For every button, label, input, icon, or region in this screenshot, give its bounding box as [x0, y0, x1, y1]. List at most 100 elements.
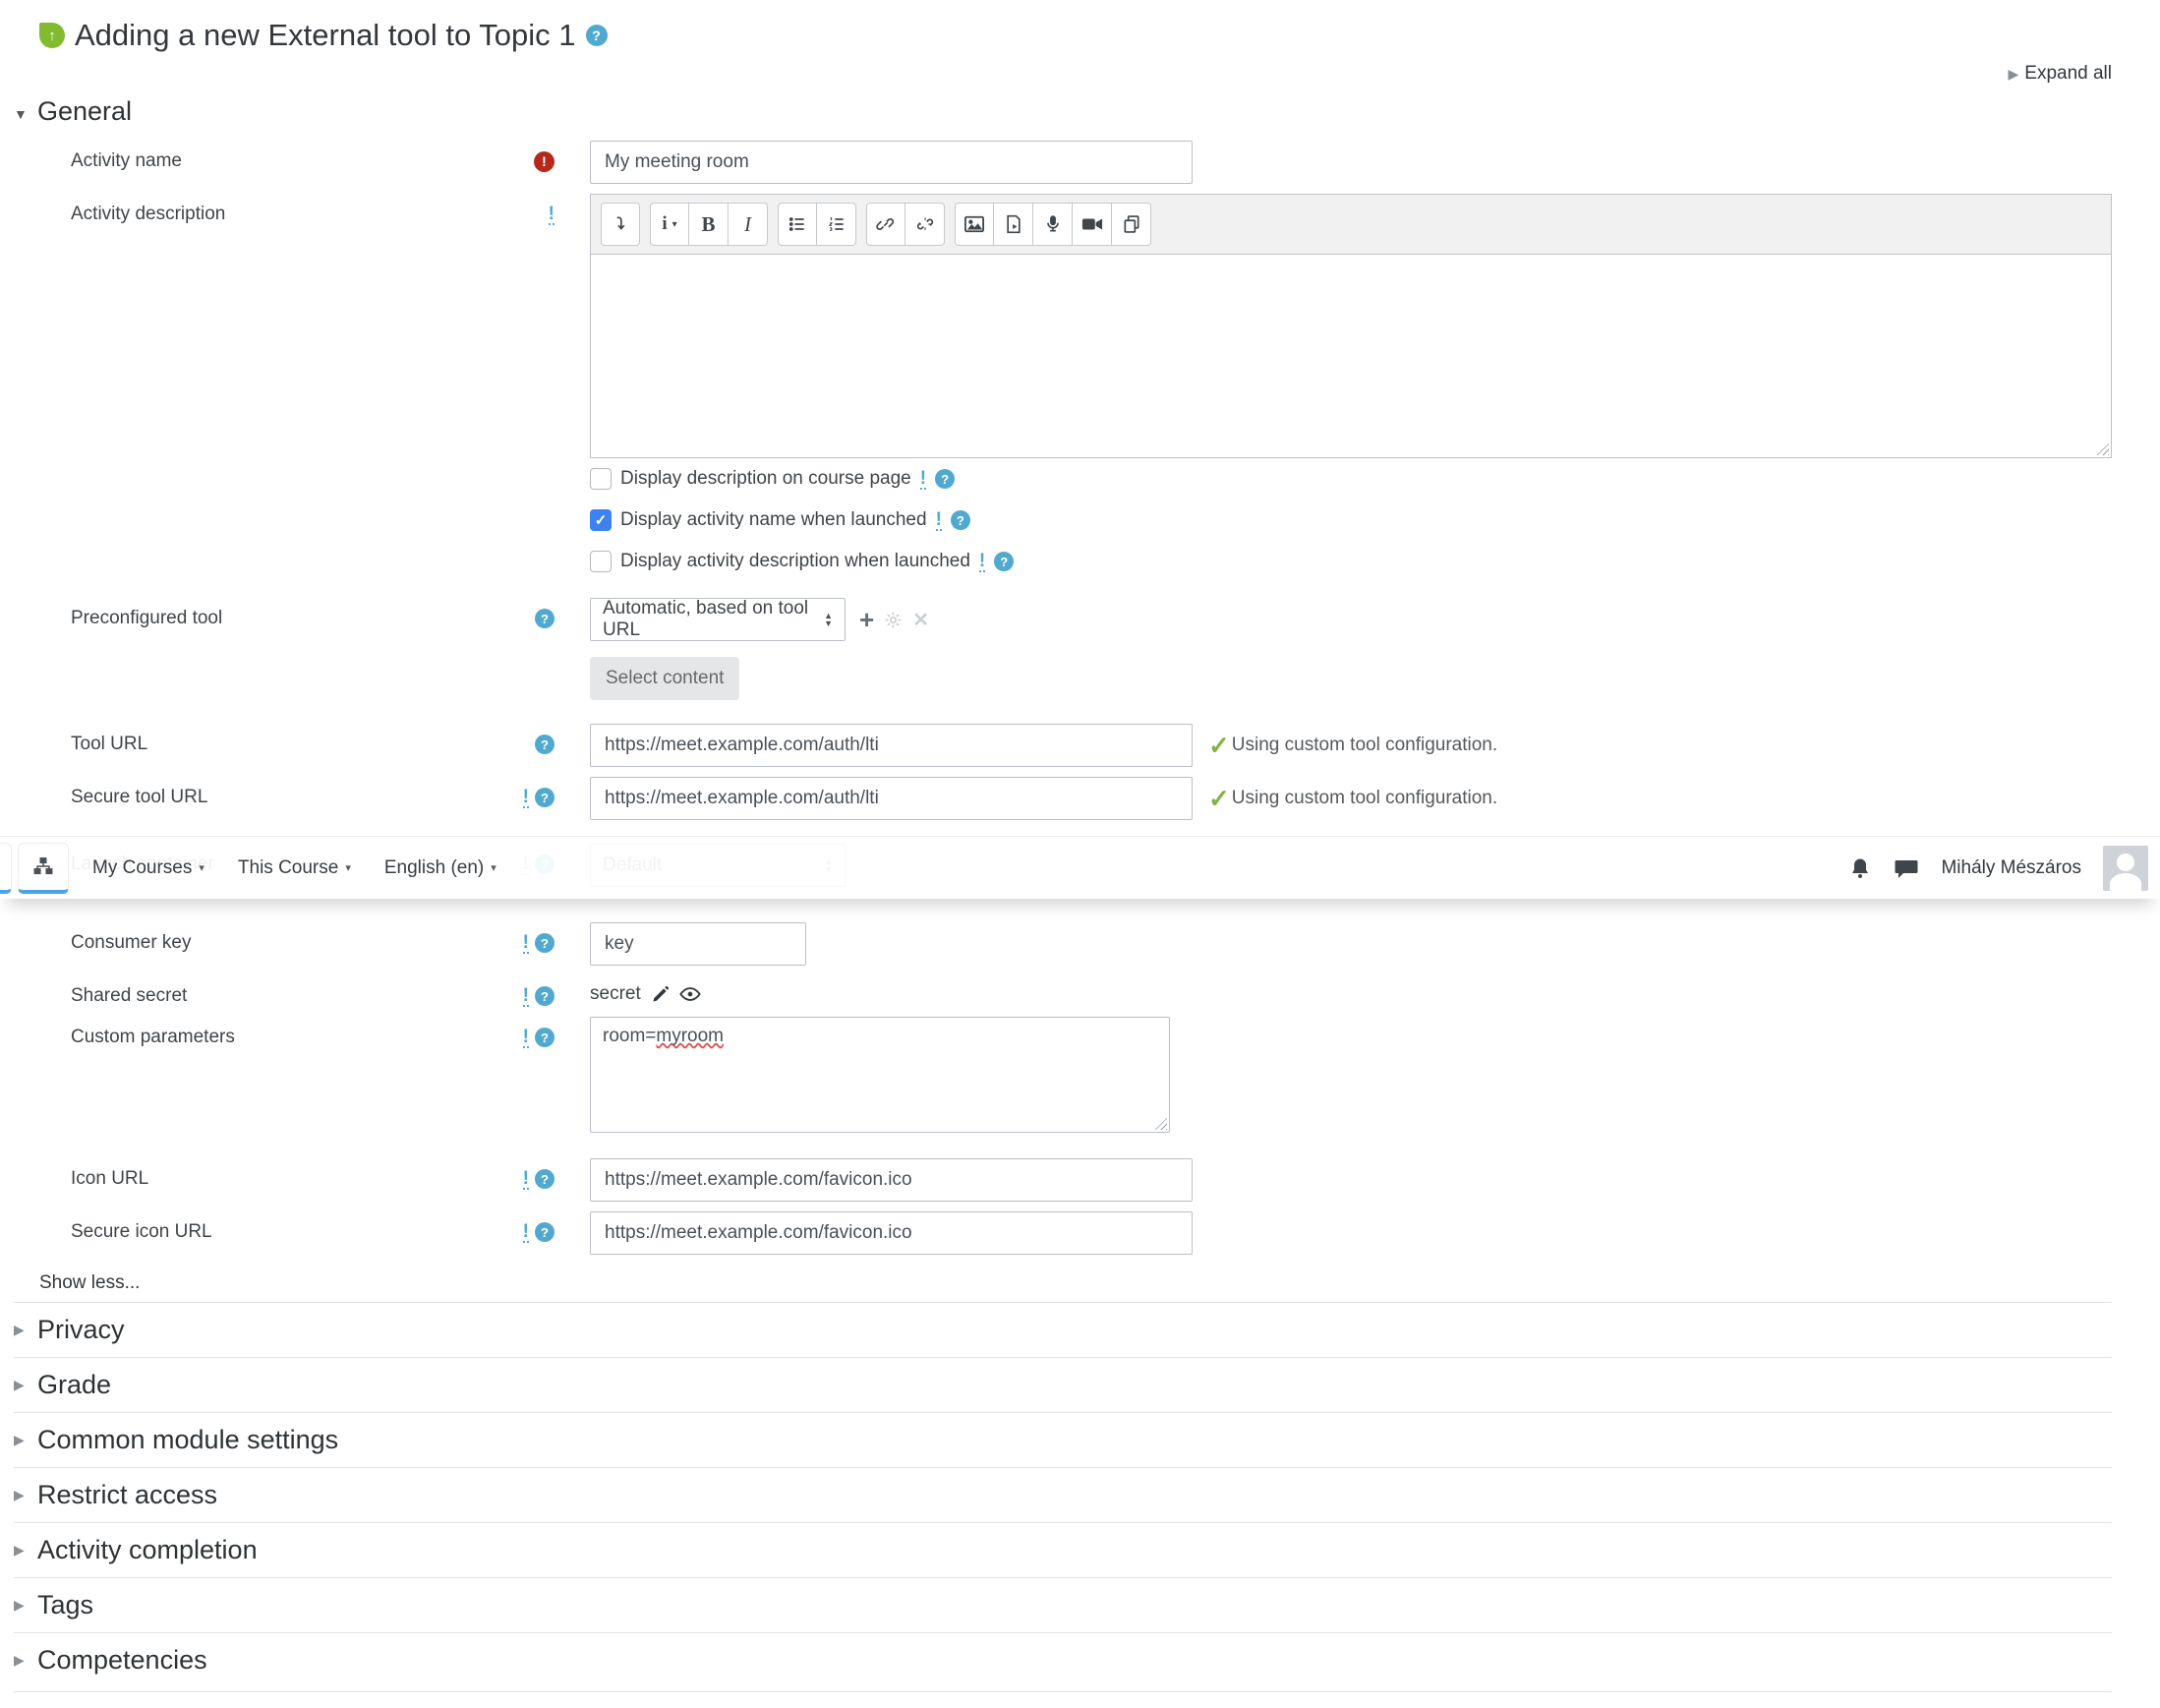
row-shared-secret: Shared secret ! ? secret	[0, 975, 2160, 1007]
row-display-description: Display description on course page ! ?	[590, 468, 2160, 490]
secure-tool-url-label: Secure tool URL	[71, 787, 208, 807]
help-icon[interactable]: ?	[535, 986, 555, 1006]
caret-right-icon: ▶	[14, 1322, 25, 1337]
advanced-marker-icon: !	[522, 931, 529, 954]
tool-url-input[interactable]	[590, 724, 1193, 767]
preconfigured-tool-select[interactable]: Automatic, based on tool URL ▲ ▼	[590, 598, 846, 641]
unordered-list-button[interactable]	[778, 203, 817, 246]
section-grade[interactable]: ▶ Grade	[14, 1357, 2112, 1412]
help-icon[interactable]: ?	[535, 609, 555, 628]
caret-right-icon: ▶	[14, 1652, 25, 1668]
help-icon[interactable]: ?	[935, 469, 956, 489]
consumer-key-label: Consumer key	[71, 932, 192, 953]
select-content-button[interactable]: Select content	[590, 657, 740, 700]
unlink-icon	[916, 217, 933, 230]
sticky-navbar-zone: Launch container ! ? Default ▲▼	[0, 830, 2160, 916]
record-audio-button[interactable]	[1033, 203, 1073, 246]
preconfigured-tool-label: Preconfigured tool	[71, 608, 223, 628]
collapse-toolbar-button[interactable]	[601, 203, 640, 246]
help-icon[interactable]: ?	[535, 1169, 555, 1189]
display-activity-description-checkbox[interactable]	[590, 551, 612, 572]
nav-language[interactable]: English (en) ▾	[384, 857, 496, 879]
paragraph-format-button[interactable]: i ▾	[650, 203, 689, 246]
activity-name-input[interactable]	[590, 141, 1193, 184]
resize-grip[interactable]	[2095, 442, 2109, 455]
messages-icon[interactable]	[1894, 856, 1919, 880]
section-competencies[interactable]: ▶ Competencies	[14, 1632, 2112, 1687]
help-icon[interactable]: ?	[535, 933, 555, 953]
caret-right-icon: ▶	[2008, 66, 2019, 82]
advanced-marker-icon: !	[978, 550, 986, 572]
row-activity-name: Activity name !	[0, 141, 2160, 184]
help-icon[interactable]: ?	[950, 510, 970, 530]
section-general[interactable]: ▼ General	[0, 85, 2160, 141]
ordered-list-icon	[828, 217, 844, 231]
title-help-icon[interactable]: ?	[585, 25, 608, 46]
sticky-navbar: My Courses ▾ This Course ▾ English (en) ▾ M…	[0, 836, 2160, 899]
row-preconfigured-tool: Preconfigured tool ? Automatic, based on…	[0, 598, 2160, 700]
icon-url-input[interactable]	[590, 1158, 1193, 1202]
expand-all-link[interactable]: ▶ Expand all	[0, 53, 2160, 85]
bold-icon: B	[701, 211, 716, 236]
manage-files-button[interactable]	[1112, 203, 1151, 246]
insert-image-icon	[964, 215, 984, 233]
consumer-key-input[interactable]	[590, 922, 806, 966]
secure-tool-url-input[interactable]	[590, 777, 1193, 820]
custom-parameters-label: Custom parameters	[71, 1027, 235, 1047]
record-audio-icon	[1046, 215, 1059, 232]
custom-parameters-textarea[interactable]: room=myroom	[590, 1017, 1170, 1133]
secure-tool-url-status: ✓ Using custom tool configuration.	[1208, 784, 1498, 813]
record-video-icon	[1081, 218, 1102, 230]
avatar[interactable]	[2103, 845, 2148, 891]
description-editor: i ▾ B I	[590, 194, 2112, 458]
display-activity-description-label: Display activity description when launch…	[620, 551, 970, 571]
help-icon[interactable]: ?	[535, 788, 555, 807]
page-title: Adding a new External tool to Topic 1	[75, 18, 576, 52]
unordered-list-icon	[788, 217, 804, 231]
row-activity-description: Activity description ! i ▾ B I	[0, 194, 2160, 458]
record-video-button[interactable]	[1073, 203, 1112, 246]
display-description-checkbox[interactable]	[590, 468, 612, 490]
ordered-list-button[interactable]	[817, 203, 856, 246]
help-icon[interactable]: ?	[994, 552, 1015, 571]
user-name[interactable]: Mihály Mészáros	[1941, 857, 2081, 879]
external-tool-icon: ↑	[39, 23, 65, 48]
paragraph-format-icon: i	[662, 213, 668, 234]
description-textarea[interactable]	[590, 254, 2112, 458]
edit-pencil-icon[interactable]	[651, 985, 670, 1004]
help-icon[interactable]: ?	[535, 735, 555, 754]
chevron-down-icon: ▾	[345, 862, 351, 874]
section-common-module-settings[interactable]: ▶ Common module settings	[14, 1412, 2112, 1467]
help-icon[interactable]: ?	[535, 1028, 555, 1047]
advanced-marker-icon: !	[522, 1220, 529, 1243]
help-icon[interactable]: ?	[535, 1222, 555, 1242]
nav-this-course[interactable]: This Course ▾	[238, 857, 351, 879]
insert-image-button[interactable]	[955, 203, 994, 246]
show-less-link[interactable]: Show less...	[39, 1272, 2160, 1294]
link-button[interactable]	[866, 203, 905, 246]
row-icon-url: Icon URL ! ?	[0, 1158, 2160, 1202]
secure-icon-url-input[interactable]	[590, 1211, 1193, 1255]
delete-tool-icon: ✕	[912, 609, 929, 631]
insert-media-button[interactable]	[994, 203, 1033, 246]
unlink-button[interactable]	[905, 203, 945, 246]
display-activity-name-checkbox[interactable]	[590, 509, 612, 531]
italic-button[interactable]: I	[729, 203, 768, 246]
notifications-bell-icon[interactable]	[1848, 856, 1872, 880]
sitemap-tab[interactable]	[18, 842, 69, 894]
editor-toolbar: i ▾ B I	[590, 194, 2112, 254]
section-restrict-access[interactable]: ▶ Restrict access	[14, 1467, 2112, 1522]
required-icon: !	[534, 150, 555, 172]
show-secret-eye-icon[interactable]	[679, 985, 701, 1003]
resize-grip[interactable]	[1153, 1116, 1167, 1130]
section-activity-completion[interactable]: ▶ Activity completion	[14, 1522, 2112, 1577]
row-secure-tool-url: Secure tool URL ! ? ✓ Using custom tool …	[0, 777, 2160, 820]
section-tags[interactable]: ▶ Tags	[14, 1577, 2112, 1632]
bold-button[interactable]: B	[689, 203, 729, 246]
nav-my-courses[interactable]: My Courses ▾	[92, 857, 204, 879]
italic-icon: I	[744, 211, 751, 236]
drawer-toggle-tab[interactable]	[0, 842, 12, 894]
add-tool-icon[interactable]: +	[859, 607, 874, 632]
section-privacy[interactable]: ▶ Privacy	[14, 1302, 2112, 1357]
row-tool-url: Tool URL ? ✓ Using custom tool configura…	[0, 724, 2160, 767]
